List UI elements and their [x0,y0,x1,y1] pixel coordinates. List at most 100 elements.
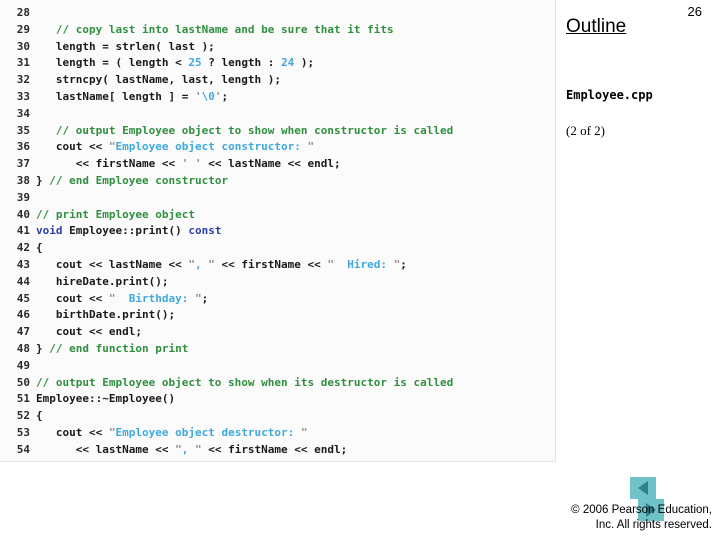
code-line-number: 31 [16,56,30,70]
code-token-plain: hireDate.print(); [36,274,169,288]
code-token-comment: // end function print [49,341,189,355]
slide-page-number: 26 [687,4,702,19]
code-line-text: cout << " Birthday: "; [36,292,208,305]
code-token-plain: Employee::~Employee() [36,392,176,406]
code-line-number: 36 [16,140,30,154]
code-line: 45 cout << " Birthday: "; [0,291,555,308]
code-lines-container: 28 29 // copy last into lastName and be s… [0,0,555,461]
copyright-line-1: © 2006 Pearson Education, [571,504,712,516]
code-token-plain: } [36,460,49,461]
code-line-number: 33 [16,89,30,103]
code-token-plain: ; [201,291,209,305]
code-token-string: , [181,442,195,456]
code-line: 51 Employee::~Employee() [0,391,555,408]
code-line: 55} // end ~Employee destructor [0,459,555,461]
code-token-comment: // copy last into lastName and be sure t… [55,22,394,36]
code-line-number: 45 [16,291,30,305]
code-token-plain: << firstName << [214,257,328,271]
code-token-plain: << lastName << [36,442,176,456]
code-line-text: << lastName << ", " << firstName << endl… [36,442,348,456]
code-line: 49 [0,358,555,375]
code-line: 41 void Employee::print() const [0,223,555,240]
code-token-plain: << lastName << endl; [201,157,341,171]
code-line-text: // output Employee object to show when c… [36,124,453,137]
code-token-quote: " [300,425,308,439]
code-line-text: } // end ~Employee destructor [36,460,228,461]
code-token-quote: " [194,442,202,456]
code-token-quote: ' [194,89,202,103]
code-line: 47 cout << endl; [0,324,555,341]
code-token-keyword: const [188,224,222,238]
code-line-number: 42 [16,241,30,255]
code-token-plain: length = ( length < [36,56,189,70]
code-token-quote: " [307,140,315,154]
code-line: 34 [0,106,555,123]
code-token-number: 24 [281,56,295,70]
code-line-number: 50 [16,375,30,389]
code-token-plain: } [36,173,50,187]
code-token-plain: { [36,241,43,255]
code-token-comment: // end Employee constructor [49,173,229,187]
code-line-number: 48 [16,341,30,355]
code-line: 53 cout << "Employee object destructor: … [0,425,555,442]
code-line-number: 54 [16,442,30,456]
code-token-string: Employee object constructor: [115,140,308,154]
code-line-text: { [36,241,43,254]
code-line-text: cout << lastName << ", " << firstName <<… [36,258,407,271]
code-line-text: cout << endl; [36,325,142,338]
code-line-number: 47 [16,325,30,339]
code-line: 30 length = strlen( last ); [0,39,555,56]
code-line-text: length = strlen( last ); [36,40,215,53]
code-token-comment: // end ~Employee destructor [49,460,228,461]
code-line-text: hireDate.print(); [36,274,169,288]
slide-navigation [630,477,694,521]
code-line: 31 length = ( length < 25 ? length : 24 … [0,55,555,72]
code-line: 54 << lastName << ", " << firstName << e… [0,442,555,459]
code-line: 33 lastName[ length ] = '\0'; [0,89,555,106]
code-line-number: 38 [16,173,30,187]
code-token-plain: ; [400,257,407,271]
outline-filename: Employee.cpp [566,88,653,102]
code-line-text: Employee::~Employee() [36,392,175,405]
code-token-plain: length = strlen( last ); [36,39,215,53]
code-line: 28 [0,5,555,22]
code-line-text: void Employee::print() const [36,224,221,237]
code-token-plain: } [36,341,50,355]
code-token-plain: strncpy( lastName, last, length ); [36,73,282,87]
code-token-plain: << firstName << endl; [201,442,348,456]
code-token-plain: { [36,409,43,423]
code-line-text: { [36,409,43,422]
code-token-plain: ; [221,89,229,103]
code-line-number: 39 [16,190,30,204]
outline-progress: (2 of 2) [566,123,605,138]
code-token-string: , [194,257,209,271]
code-line-number: 34 [16,106,30,120]
code-line-number: 44 [16,274,30,288]
code-line: 42 { [0,240,555,257]
code-line-number: 41 [16,224,30,238]
triangle-left-icon [638,481,648,495]
code-line: 39 [0,190,555,207]
code-token-plain: cout << [36,140,109,154]
code-token-quote: ' [194,157,202,171]
code-token-plain: cout << endl; [36,325,142,339]
code-line-number: 28 [16,6,30,19]
code-line-text: // print Employee object [36,208,195,221]
code-line-text: cout << "Employee object destructor: " [36,426,308,439]
code-line-number: 32 [16,73,30,87]
code-line-text: // output Employee object to show when i… [36,376,453,389]
code-token-string: Hired: [334,257,394,271]
code-listing-panel: 28 29 // copy last into lastName and be s… [0,0,556,462]
code-token-quote: " [194,291,202,305]
code-token-string: Employee object destructor: [115,425,301,439]
code-token-plain: Employee::print() [62,224,189,238]
code-line-text: cout << "Employee object constructor: " [36,140,314,153]
previous-slide-button[interactable] [630,477,656,499]
code-token-comment: // output Employee object to show when c… [55,123,454,137]
code-line-number: 35 [16,123,30,137]
code-line-text: } // end function print [36,342,188,355]
code-line: 29 // copy last into lastName and be sur… [0,22,555,39]
code-line-number: 37 [16,157,30,171]
